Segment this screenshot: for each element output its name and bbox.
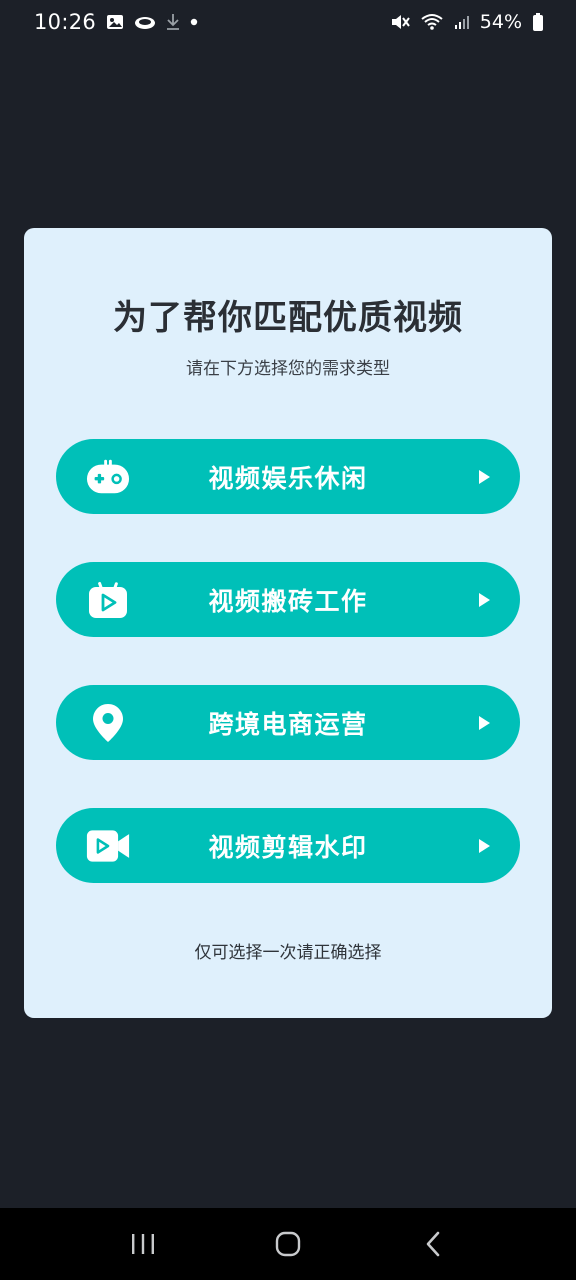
option-video-edit-button[interactable]: 视频剪辑水印	[56, 808, 520, 883]
option-work-button[interactable]: 视频搬砖工作	[56, 562, 520, 637]
mute-icon	[390, 13, 410, 31]
download-icon	[166, 13, 180, 31]
play-arrow-icon	[479, 469, 490, 484]
play-arrow-icon	[479, 715, 490, 730]
status-time: 10:26	[34, 10, 97, 34]
dot-icon	[190, 18, 198, 26]
image-icon	[106, 14, 124, 30]
card-title: 为了帮你匹配优质视频	[113, 298, 463, 338]
home-icon[interactable]	[258, 1214, 318, 1274]
cloud-icon	[134, 14, 156, 30]
option-ecommerce-button[interactable]: 跨境电商运营	[56, 685, 520, 760]
option-label: 视频剪辑水印	[208, 832, 368, 862]
play-arrow-icon	[479, 838, 490, 853]
footnote-text: 仅可选择一次请正确选择	[194, 943, 382, 963]
selection-card: 为了帮你匹配优质视频 请在下方选择您的需求类型 视频娱乐休闲 视频搬砖工作 跨境…	[24, 228, 552, 1018]
back-icon[interactable]	[403, 1214, 463, 1274]
option-label: 视频搬砖工作	[208, 586, 368, 616]
wifi-icon	[420, 13, 444, 31]
signal-icon	[454, 14, 470, 30]
system-nav-bar	[0, 1208, 576, 1280]
option-entertainment-button[interactable]: 视频娱乐休闲	[56, 439, 520, 514]
status-bar: 10:26 54%	[0, 0, 576, 44]
play-arrow-icon	[479, 592, 490, 607]
battery-percent: 54%	[479, 11, 522, 33]
recents-icon[interactable]	[113, 1214, 173, 1274]
option-label: 视频娱乐休闲	[208, 463, 368, 493]
card-subtitle: 请在下方选择您的需求类型	[186, 359, 390, 379]
option-label: 跨境电商运营	[208, 709, 368, 739]
battery-icon	[532, 12, 544, 32]
